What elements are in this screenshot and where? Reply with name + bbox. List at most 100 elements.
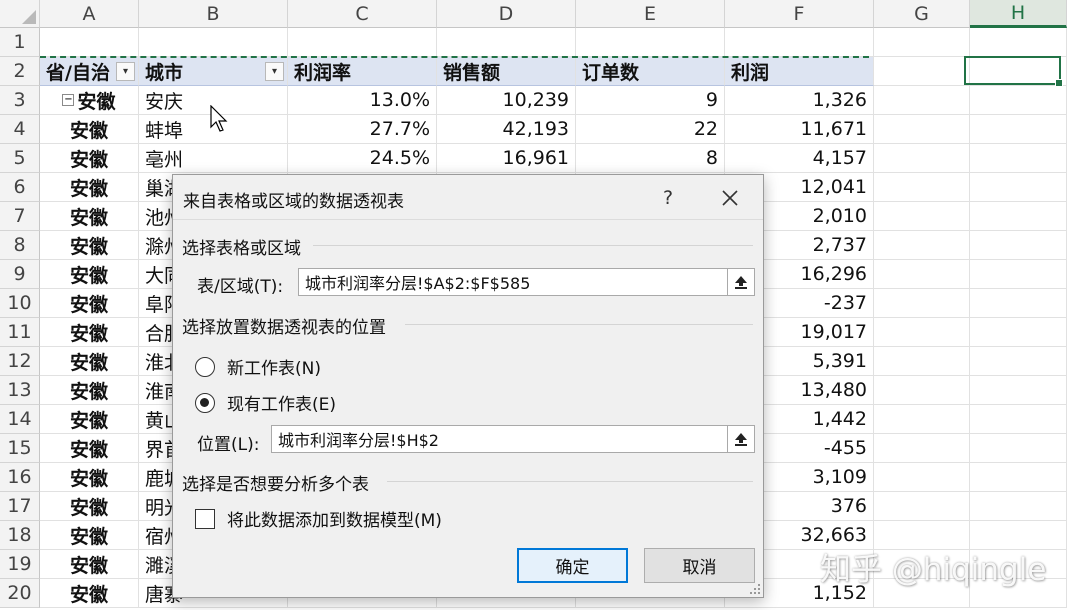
empty-cell[interactable] [970,405,1067,434]
row-header[interactable]: 19 [0,550,40,579]
table-cell[interactable]: 安徽 [40,115,139,144]
empty-cell[interactable] [970,463,1067,492]
column-header-d[interactable]: D [437,0,576,28]
radio-existing-worksheet[interactable]: 现有工作表(E) [195,390,336,415]
row-header[interactable]: 2 [0,57,40,86]
data-model-checkbox-row[interactable]: 将此数据添加到数据模型(M) [195,506,442,531]
filter-dropdown-icon[interactable]: ▾ [116,62,135,81]
empty-cell[interactable] [874,434,970,463]
header-cell[interactable]: 城市 ▾ [139,57,288,86]
data-model-checkbox[interactable] [195,508,215,529]
column-header-a[interactable]: A [40,0,139,28]
table-cell[interactable]: 安徽 [40,434,139,463]
table-cell[interactable]: 安徽 [40,173,139,202]
header-cell[interactable]: 销售额 [437,57,576,86]
empty-cell[interactable] [970,86,1067,115]
empty-cell[interactable] [970,260,1067,289]
column-header-b[interactable]: B [139,0,288,28]
row-header[interactable]: 4 [0,115,40,144]
row-header[interactable]: 3 [0,86,40,115]
table-cell[interactable]: 16,961 [437,144,576,173]
radio-button[interactable] [195,392,215,413]
empty-cell[interactable] [874,28,970,57]
empty-cell[interactable] [970,202,1067,231]
table-cell[interactable]: 安徽 [40,579,139,608]
empty-cell[interactable] [874,202,970,231]
radio-button[interactable] [195,356,215,377]
table-cell[interactable]: 安徽 [40,202,139,231]
table-cell[interactable]: 安徽 [40,318,139,347]
table-cell[interactable]: 安徽 [40,463,139,492]
empty-cell[interactable] [970,173,1067,202]
close-button[interactable] [713,183,747,213]
empty-cell[interactable] [874,57,970,86]
empty-cell[interactable] [874,376,970,405]
empty-cell[interactable] [725,28,874,57]
empty-cell[interactable] [874,289,970,318]
empty-cell[interactable] [970,492,1067,521]
row-header[interactable]: 20 [0,579,40,608]
empty-cell[interactable] [970,318,1067,347]
column-header-f[interactable]: F [725,0,874,28]
table-cell[interactable]: − 安徽 [40,86,139,115]
table-cell[interactable]: 安徽 [40,260,139,289]
range-field[interactable] [298,268,755,296]
column-header-g[interactable]: G [874,0,970,28]
location-field[interactable] [271,425,755,453]
row-header[interactable]: 6 [0,173,40,202]
range-input[interactable] [299,269,727,295]
table-cell[interactable]: 11,671 [725,115,874,144]
filter-dropdown-icon[interactable]: ▾ [265,62,284,81]
row-header[interactable]: 14 [0,405,40,434]
row-header[interactable]: 12 [0,347,40,376]
ok-button[interactable]: 确定 [517,548,628,583]
row-header[interactable]: 8 [0,231,40,260]
row-header[interactable]: 9 [0,260,40,289]
row-header[interactable]: 11 [0,318,40,347]
column-header-e[interactable]: E [576,0,725,28]
empty-cell[interactable] [970,289,1067,318]
table-cell[interactable]: 42,193 [437,115,576,144]
table-cell[interactable]: 1,326 [725,86,874,115]
empty-cell[interactable] [874,144,970,173]
resize-grip-icon[interactable] [749,583,761,595]
header-cell[interactable]: 利润 [725,57,874,86]
row-header[interactable]: 18 [0,521,40,550]
header-cell[interactable]: 利润率 [288,57,437,86]
empty-cell[interactable] [970,376,1067,405]
empty-cell[interactable] [874,492,970,521]
row-header[interactable]: 1 [0,28,40,57]
empty-cell[interactable] [288,28,437,57]
empty-cell[interactable] [874,260,970,289]
row-header[interactable]: 7 [0,202,40,231]
empty-cell[interactable] [970,347,1067,376]
empty-cell[interactable] [970,231,1067,260]
empty-cell[interactable] [874,347,970,376]
header-cell[interactable]: 省/自治 ▾ [40,57,139,86]
empty-cell[interactable] [40,28,139,57]
empty-cell[interactable] [970,434,1067,463]
table-cell[interactable]: 10,239 [437,86,576,115]
empty-cell[interactable] [874,318,970,347]
table-cell[interactable]: 安徽 [40,376,139,405]
row-header[interactable]: 16 [0,463,40,492]
table-cell[interactable]: 22 [576,115,725,144]
table-cell[interactable]: 安徽 [40,492,139,521]
empty-cell[interactable] [437,28,576,57]
empty-cell[interactable] [874,405,970,434]
empty-cell[interactable] [970,115,1067,144]
table-cell[interactable]: 13.0% [288,86,437,115]
column-header-c[interactable]: C [288,0,437,28]
table-cell[interactable]: 27.7% [288,115,437,144]
empty-cell[interactable] [576,28,725,57]
radio-new-worksheet[interactable]: 新工作表(N) [195,354,321,379]
table-cell[interactable]: 安徽 [40,289,139,318]
column-header-h[interactable]: H [970,0,1067,28]
row-header[interactable]: 10 [0,289,40,318]
table-cell[interactable]: 安徽 [40,347,139,376]
table-cell[interactable]: 24.5% [288,144,437,173]
collapse-minus-icon[interactable]: − [62,94,75,106]
row-header[interactable]: 5 [0,144,40,173]
table-cell[interactable]: 安徽 [40,521,139,550]
empty-cell[interactable] [874,231,970,260]
